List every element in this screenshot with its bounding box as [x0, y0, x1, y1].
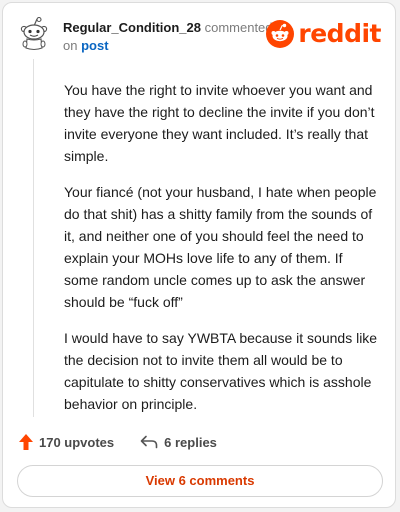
reddit-snoo-icon: [266, 20, 295, 48]
upvote-count: 170 upvotes: [39, 434, 115, 450]
comment-paragraph: I would have to say YWBTA because it sou…: [64, 330, 378, 412]
upvote-button[interactable]: 170 upvotes: [19, 434, 114, 450]
comment-body: You have the right to invite whoever you…: [64, 79, 380, 429]
reddit-wordmark: reddit: [298, 19, 381, 48]
on-text: on: [63, 38, 78, 53]
reply-arrow-icon: [140, 435, 158, 449]
comment-meta: Regular_Condition_28 commented on post: [63, 19, 283, 55]
commented-text: commented: [204, 20, 273, 35]
reddit-logo[interactable]: reddit: [266, 19, 381, 49]
comment-actions: 170 upvotes 6 replies: [19, 431, 217, 453]
comment-paragraph: You have the right to invite whoever you…: [64, 82, 375, 164]
thread-line: [33, 59, 34, 417]
reply-count: 6 replies: [164, 434, 217, 450]
comment-card: Regular_Condition_28 commented on post r…: [2, 2, 396, 508]
replies-button[interactable]: 6 replies: [140, 435, 217, 450]
snoo-avatar-icon[interactable]: [19, 17, 49, 51]
upvote-arrow-icon: [19, 434, 33, 450]
view-comments-button[interactable]: View 6 comments: [17, 465, 383, 497]
comment-paragraph: Your fiancé (not your husband, I hate wh…: [64, 184, 377, 310]
username-link[interactable]: Regular_Condition_28: [63, 20, 201, 35]
post-link[interactable]: post: [81, 38, 108, 53]
